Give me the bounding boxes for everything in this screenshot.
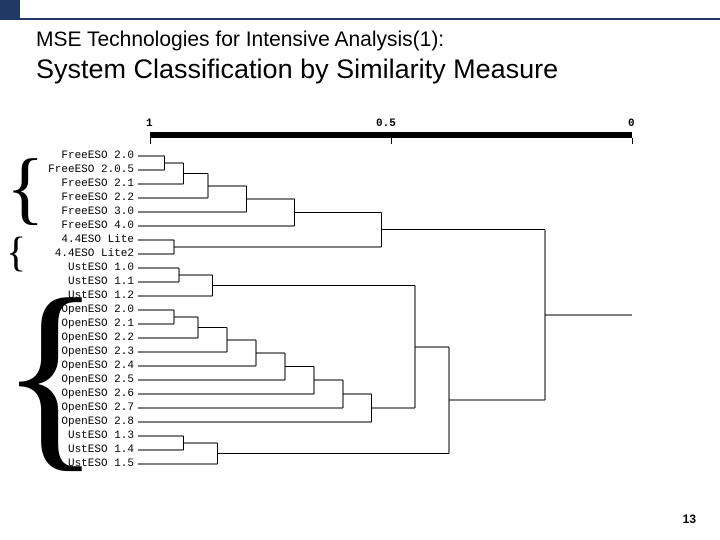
dendrogram-tree bbox=[16, 140, 656, 500]
accent-block bbox=[0, 0, 20, 20]
axis-label-05: 0.5 bbox=[376, 118, 396, 130]
title-area: MSE Technologies for Intensive Analysis(… bbox=[36, 28, 684, 85]
slide-subtitle: MSE Technologies for Intensive Analysis(… bbox=[36, 28, 684, 52]
slide-title: System Classification by Similarity Meas… bbox=[36, 54, 684, 85]
axis-label-1: 1 bbox=[146, 118, 153, 130]
axis-label-0: 0 bbox=[628, 118, 635, 130]
page-number: 13 bbox=[683, 512, 696, 526]
accent-line bbox=[20, 18, 720, 20]
dendrogram-figure: 1 0.5 0 FreeESO 2.0FreeESO 2.0.5FreeESO … bbox=[16, 118, 656, 488]
